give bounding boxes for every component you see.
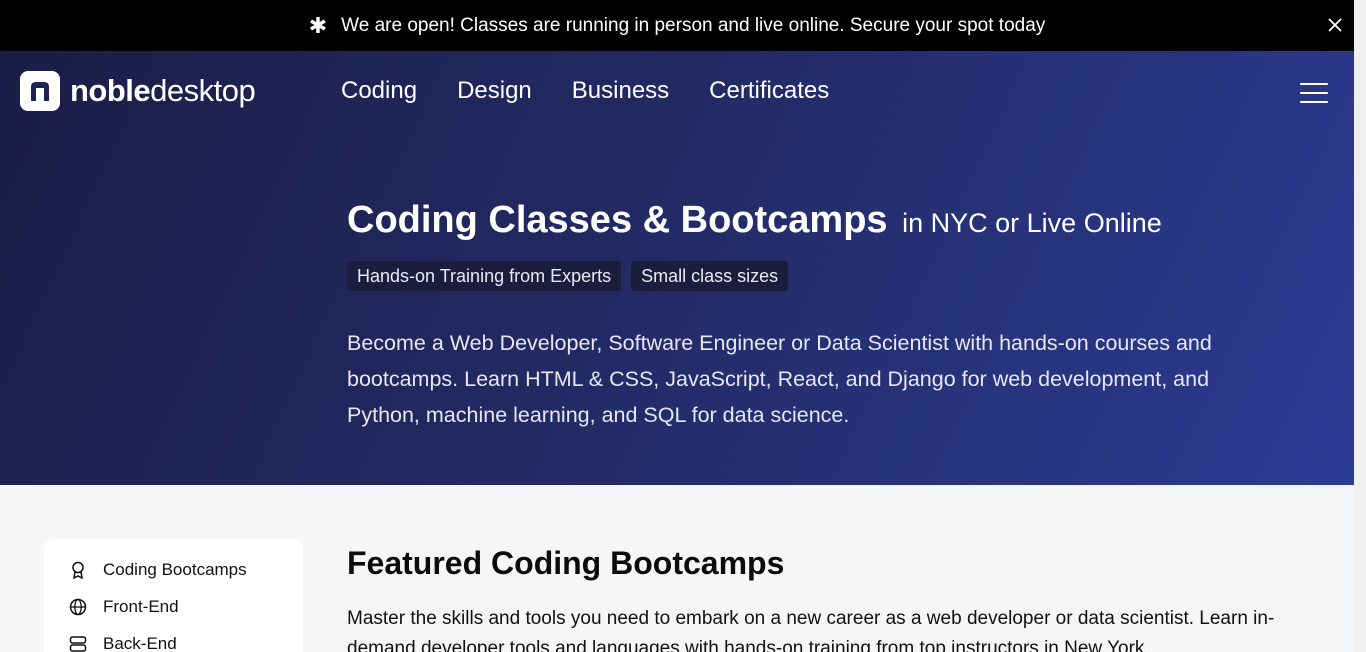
logo[interactable]: nobledesktop [20, 71, 256, 111]
nav-certificates[interactable]: Certificates [709, 77, 829, 105]
announcement-text: We are open! Classes are running in pers… [341, 14, 1046, 36]
server-icon [68, 634, 88, 652]
page-scrollbar[interactable] [1354, 0, 1366, 652]
globe-icon [68, 597, 88, 617]
sidebar-item-front-end[interactable]: Front-End [68, 588, 303, 625]
sidebar-item-coding-bootcamps[interactable]: Coding Bootcamps [68, 551, 303, 588]
nav-coding[interactable]: Coding [341, 77, 417, 105]
hero-section: nobledesktop Coding Design Business Cert… [0, 51, 1354, 485]
sidebar-card: Coding Bootcamps Front-End Back-End [44, 539, 303, 652]
section-intro: Master the skills and tools you need to … [347, 608, 1275, 652]
page-title: Coding Classes & Bootcamps in NYC or Liv… [347, 199, 1162, 241]
feature-pills: Hands-on Training from Experts Small cla… [347, 261, 789, 291]
asterisk-icon: ✱ [308, 12, 328, 38]
sidebar-item-back-end[interactable]: Back-End [68, 625, 303, 652]
hamburger-menu-icon[interactable] [1300, 83, 1328, 103]
nav-design[interactable]: Design [457, 77, 532, 105]
announcement-bar: ✱ We are open! Classes are running in pe… [0, 0, 1354, 51]
sidebar-item-label: Coding Bootcamps [103, 559, 247, 579]
close-icon[interactable] [1324, 14, 1346, 36]
nav-business[interactable]: Business [572, 77, 669, 105]
hero-description: Become a Web Developer, Software Enginee… [347, 331, 1212, 427]
main-nav: Coding Design Business Certificates [341, 77, 829, 105]
sidebar-item-label: Front-End [103, 596, 179, 616]
pill-hands-on: Hands-on Training from Experts [347, 261, 622, 291]
pill-small-class: Small class sizes [631, 261, 789, 291]
logo-text: nobledesktop [70, 73, 256, 108]
section-heading: Featured Coding Bootcamps [347, 545, 785, 581]
logo-mark-icon [20, 71, 60, 111]
award-icon [68, 560, 88, 580]
sidebar-item-label: Back-End [103, 633, 177, 652]
page-subtitle: in NYC or Live Online [902, 208, 1162, 238]
